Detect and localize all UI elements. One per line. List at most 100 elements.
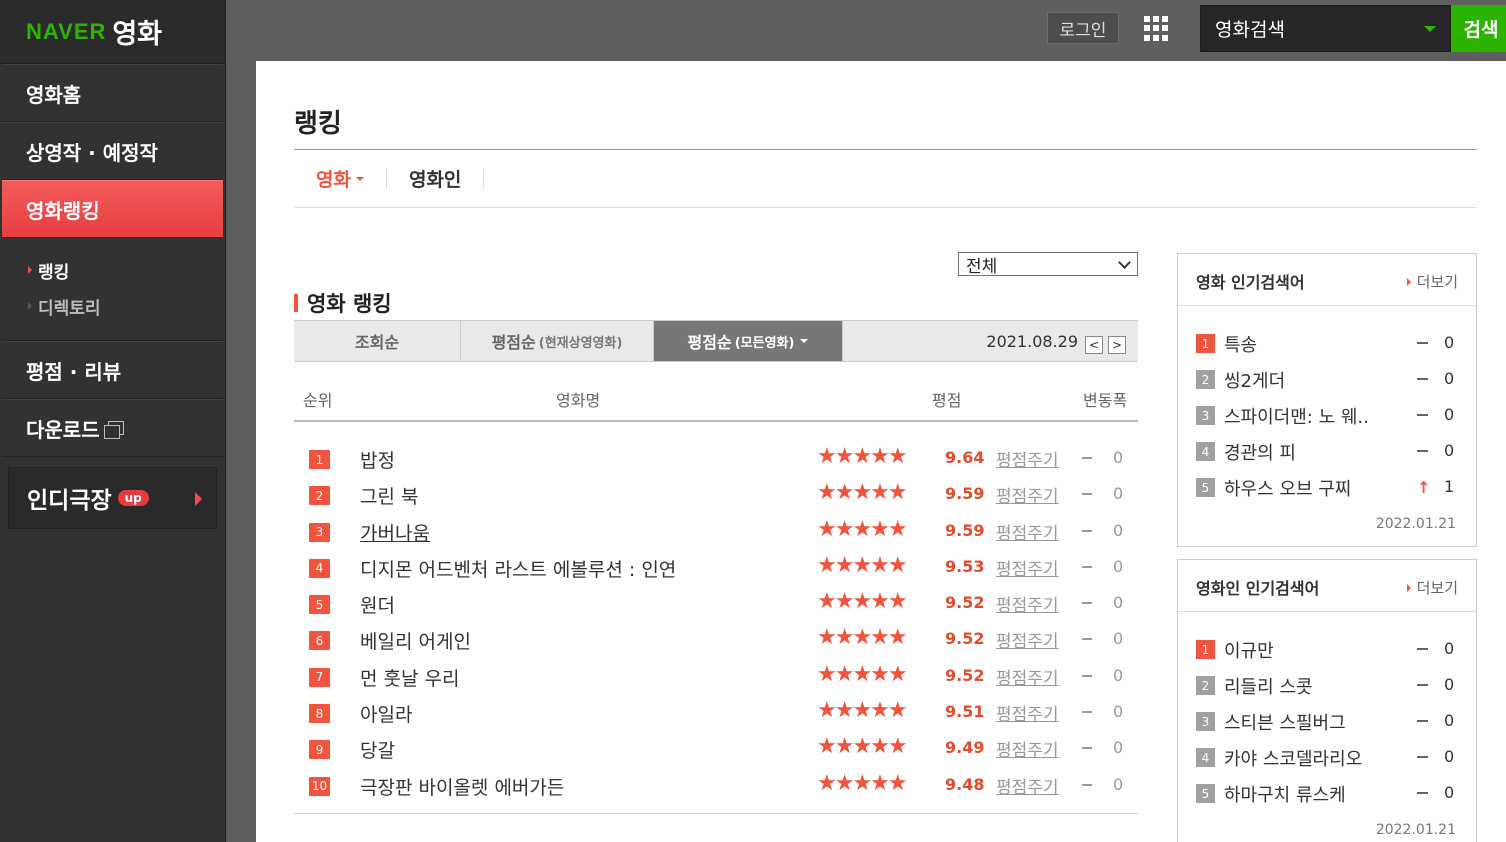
rank-change-value: 0: [1444, 783, 1455, 802]
indie-theater-banner[interactable]: 인디극장 up: [8, 467, 217, 529]
sidebar-item-movie-ranking[interactable]: 영화랭킹: [2, 180, 223, 238]
tab-movie[interactable]: 영화: [294, 168, 387, 191]
table-row: 1 밥정 ★★★★★ 9.64 평점주기 0: [294, 440, 1138, 476]
popular-search-list: 1 이규만 0 2 리들리 스콧 0 3 스티븐 스필버그 0 4 카야 스코델라리오 0 5 하마구치 …: [1178, 612, 1476, 812]
naver-logo-text: NAVER: [26, 18, 107, 44]
subnav-label: 디렉토리: [38, 298, 101, 319]
rank-badge: 2: [309, 486, 330, 506]
sidebar-item-now-showing[interactable]: 상영작 · 예정작: [2, 122, 223, 180]
rank-change-value: 0: [1444, 675, 1455, 694]
subnav-item-directory[interactable]: 디렉토리: [28, 288, 223, 324]
sidebar-item-movie-home[interactable]: 영화홈: [2, 64, 223, 122]
rank-badge: 10: [309, 776, 330, 796]
table-row: 6 베일리 어게인 ★★★★★ 9.52 평점주기 0: [294, 621, 1138, 657]
more-link[interactable]: 더보기: [1406, 577, 1458, 598]
sort-tab-label: 평점순: [687, 333, 732, 352]
list-item[interactable]: 2 리들리 스콧 0: [1178, 668, 1476, 704]
login-button[interactable]: 로그인: [1047, 12, 1119, 44]
rate-movie-link[interactable]: 평점주기: [996, 736, 1059, 761]
list-item[interactable]: 3 스티븐 스필버그 0: [1178, 704, 1476, 740]
arrow-right-icon: [1406, 277, 1411, 286]
rate-movie-link[interactable]: 평점주기: [996, 555, 1059, 580]
arrow-right-icon: [28, 302, 32, 310]
no-change-icon: [1082, 674, 1092, 677]
rank-change-value: 0: [1113, 702, 1124, 722]
subnav-item-ranking[interactable]: 랭킹: [28, 252, 223, 288]
rate-movie-link[interactable]: 평점주기: [996, 627, 1059, 652]
movie-title-link[interactable]: 먼 훗날 우리: [360, 664, 459, 691]
page-title: 랭킹: [294, 109, 342, 139]
tab-sort-rating-all[interactable]: 평점순 (모든영화): [654, 321, 843, 361]
prev-date-button[interactable]: <: [1085, 336, 1103, 354]
movie-title-link[interactable]: 아일라: [360, 700, 412, 727]
movie-title-link[interactable]: 디지몬 어드벤처 라스트 에볼루션 : 인연: [360, 555, 676, 582]
rank-badge: 5: [1196, 784, 1215, 803]
next-date-button[interactable]: >: [1108, 336, 1126, 354]
tab-people[interactable]: 영화인: [387, 168, 485, 191]
main-content: 랭킹 영화 영화인 전체 영화 랭킹 조회순 평점순 (현재상영영화) 평점순 (모…: [256, 61, 1506, 842]
movie-title-link[interactable]: 원더: [360, 591, 395, 618]
top-bar: 로그인 영화검색 검색: [226, 0, 1506, 60]
sidebar-item-download[interactable]: 다운로드: [2, 399, 223, 457]
table-header: 순위 영화명 평점 변동폭: [294, 382, 1138, 422]
rate-movie-link[interactable]: 평점주기: [996, 700, 1059, 725]
list-item[interactable]: 1 특송 0: [1178, 326, 1476, 362]
more-link[interactable]: 더보기: [1406, 271, 1458, 292]
movie-title-link[interactable]: 베일리 어게인: [360, 627, 471, 654]
genre-filter-select[interactable]: 전체: [958, 252, 1138, 277]
sort-tab-label: 조회순: [354, 333, 400, 352]
search-scope-select[interactable]: 영화검색: [1200, 5, 1451, 52]
movie-title-link[interactable]: 밥정: [360, 446, 395, 473]
rank-change-value: 0: [1444, 369, 1455, 388]
table-row: 8 아일라 ★★★★★ 9.51 평점주기 0: [294, 694, 1138, 730]
list-item[interactable]: 4 카야 스코델라리오 0: [1178, 740, 1476, 776]
rank-change-value: 0: [1113, 774, 1124, 794]
no-change-icon: [1082, 457, 1092, 459]
table-row: 4 디지몬 어드벤처 라스트 에볼루션 : 인연 ★★★★★ 9.53 평점주기 0: [294, 549, 1138, 585]
tab-sort-views[interactable]: 조회순: [294, 321, 461, 361]
movie-title-link[interactable]: 가버나움: [360, 519, 430, 546]
list-item[interactable]: 1 이규만 0: [1178, 632, 1476, 668]
arrow-up-icon: ↑: [1417, 478, 1431, 497]
list-item[interactable]: 5 하우스 오브 구찌 ↑ 1: [1178, 470, 1476, 506]
rank-badge: 1: [1196, 334, 1215, 353]
rate-movie-link[interactable]: 평점주기: [996, 591, 1059, 616]
naver-movie-logo[interactable]: NAVER 영화: [0, 0, 225, 64]
rate-movie-link[interactable]: 평점주기: [996, 482, 1059, 507]
indie-label: 인디극장: [27, 488, 112, 514]
rank-badge: 4: [1196, 748, 1215, 767]
rate-movie-link[interactable]: 평점주기: [996, 773, 1059, 798]
rate-movie-link[interactable]: 평점주기: [996, 519, 1059, 544]
movie-title-link[interactable]: 극장판 바이올렛 에버가든: [360, 773, 564, 800]
rating-score: 9.48: [945, 774, 985, 794]
movie-title-link[interactable]: 그린 북: [360, 482, 418, 509]
rank-change-value: 0: [1113, 738, 1124, 758]
col-change: 변동폭: [1083, 391, 1128, 410]
rank-change-value: 0: [1113, 593, 1124, 613]
search-button[interactable]: 검색: [1451, 5, 1506, 52]
list-item[interactable]: 4 경관의 피 0: [1178, 434, 1476, 470]
list-item[interactable]: 2 씽2게더 0: [1178, 362, 1476, 398]
caret-down-icon: [1424, 26, 1436, 32]
widget-header: 영화 인기검색어 더보기: [1178, 254, 1476, 306]
divider: [294, 813, 1138, 814]
rank-badge: 5: [309, 595, 330, 615]
chevron-right-icon: [195, 492, 202, 506]
sidebar-item-reviews[interactable]: 평점 · 리뷰: [2, 341, 223, 399]
list-item[interactable]: 5 하마구치 류스케 0: [1178, 776, 1476, 812]
rank-change-value: 0: [1113, 629, 1124, 649]
list-item[interactable]: 3 스파이더맨: 노 웨.. 0: [1178, 398, 1476, 434]
apps-grid-icon[interactable]: [1144, 16, 1169, 41]
sidebar-item-label: 영화랭킹: [26, 198, 100, 223]
widget-date: 2022.01.21: [1375, 516, 1456, 532]
no-change-icon: [1082, 602, 1092, 605]
rank-change-value: 0: [1444, 333, 1455, 352]
rank-badge: 2: [1196, 676, 1215, 695]
tab-sort-rating-current[interactable]: 평점순 (현재상영영화): [461, 321, 654, 361]
no-change-icon: [1082, 747, 1092, 750]
rate-movie-link[interactable]: 평점주기: [996, 664, 1059, 689]
rate-movie-link[interactable]: 평점주기: [996, 446, 1059, 471]
movie-title-link[interactable]: 당갈: [360, 736, 395, 763]
table-row: 5 원더 ★★★★★ 9.52 평점주기 0: [294, 585, 1138, 621]
rank-change-value: 0: [1113, 665, 1124, 685]
